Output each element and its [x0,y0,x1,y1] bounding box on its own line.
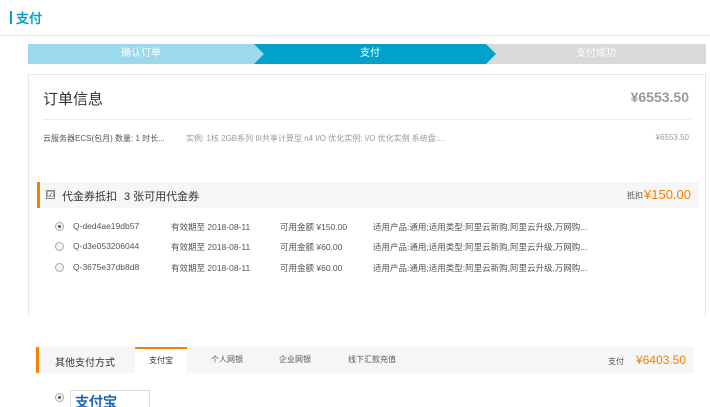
alipay-radio[interactable] [55,393,64,402]
alipay-logo[interactable]: 支付宝 [70,390,150,407]
progress-steps: 确认订单 支付 支付成功 [28,44,706,64]
order-info-panel: 订单信息 ¥6553.50 云服务器ECS(包月) 数量: 1 时长... 实例… [28,74,706,166]
coupon-amount: 可用金额 ¥150.00 [280,222,348,232]
coupon-header: ☑ 代金券抵扣 3 张可用代金券 抵扣 ¥150.00 [37,182,699,208]
step-success: 支付成功 [486,44,706,64]
tab-enterprise-bank[interactable]: 企业网银 [267,347,323,373]
payment-methods-label: 其他支付方式 [55,358,115,369]
coupon-checkbox[interactable]: ☑ [46,190,55,199]
step-arrow [486,44,496,64]
pay-amount-value: ¥6403.50 [635,353,686,367]
order-divider [43,119,691,120]
coupon-label: 代金券抵扣 [62,191,117,203]
coupon-scope: 适用产品:通用;适用类型:阿里云新购,阿里云升级,万网购... [373,263,588,273]
coupon-scope: 适用产品:通用;适用类型:阿里云新购,阿里云升级,万网购... [373,222,588,232]
order-total: ¥6553.50 [630,89,689,105]
page-title-text: 支付 [16,10,43,26]
tab-alipay[interactable]: 支付宝 [135,347,187,373]
step-confirm-order: 确认订单 [28,44,254,64]
deduct-label: 抵扣 [627,191,643,200]
title-accent-bar [10,10,12,24]
alipay-logo-text: 支付宝 [75,395,117,407]
payment-page: 支付 确认订单 支付 支付成功 订单信息 ¥6553.50 云服务器ECS(包月… [0,0,710,407]
tab-personal-bank[interactable]: 个人网银 [199,347,255,373]
coupon-radio[interactable] [55,222,64,231]
payment-methods-bar: 其他支付方式 支付宝 个人网银 企业网银 线下汇款充值 支付 ¥6403.50 [36,347,694,373]
order-item-price: ¥6553.50 [655,133,689,142]
header-divider [0,35,710,36]
deduct-value: ¥150.00 [644,187,691,202]
coupon-code: Q-3675e37db8d8 [73,262,140,272]
coupon-scope: 适用产品:通用;适用类型:阿里云新购,阿里云升级,万网购... [373,242,588,252]
order-info-title: 订单信息 [43,91,104,108]
coupon-amount: 可用金额 ¥60.00 [280,242,343,252]
coupon-expiry: 有效期至 2018-08-11 [171,263,251,273]
order-item-name: 云服务器ECS(包月) 数量: 1 时长... [43,134,165,143]
coupon-radio[interactable] [55,263,64,272]
order-item-spec: 实例: 1核 2GB系列 III共享计算型 n4 I/O 优化实例: I/O 优… [186,134,445,143]
coupon-amount: 可用金额 ¥60.00 [280,263,343,273]
coupon-code: Q-ded4ae19db57 [73,221,140,231]
coupon-expiry: 有效期至 2018-08-11 [171,222,251,232]
coupon-radio[interactable] [55,242,64,251]
coupon-expiry: 有效期至 2018-08-11 [171,242,251,252]
step-pay: 支付 [254,44,486,64]
step-arrow [254,44,264,64]
coupon-code: Q-d3e053206044 [73,241,140,251]
coupon-panel: ☑ 代金券抵扣 3 张可用代金券 抵扣 ¥150.00 Q-ded4ae19db… [28,166,706,316]
coupon-count: 3 张可用代金券 [124,191,200,203]
pay-amount-label: 支付 [608,357,624,366]
tab-offline-transfer[interactable]: 线下汇款充值 [337,347,407,373]
page-title: 支付 [10,8,42,26]
